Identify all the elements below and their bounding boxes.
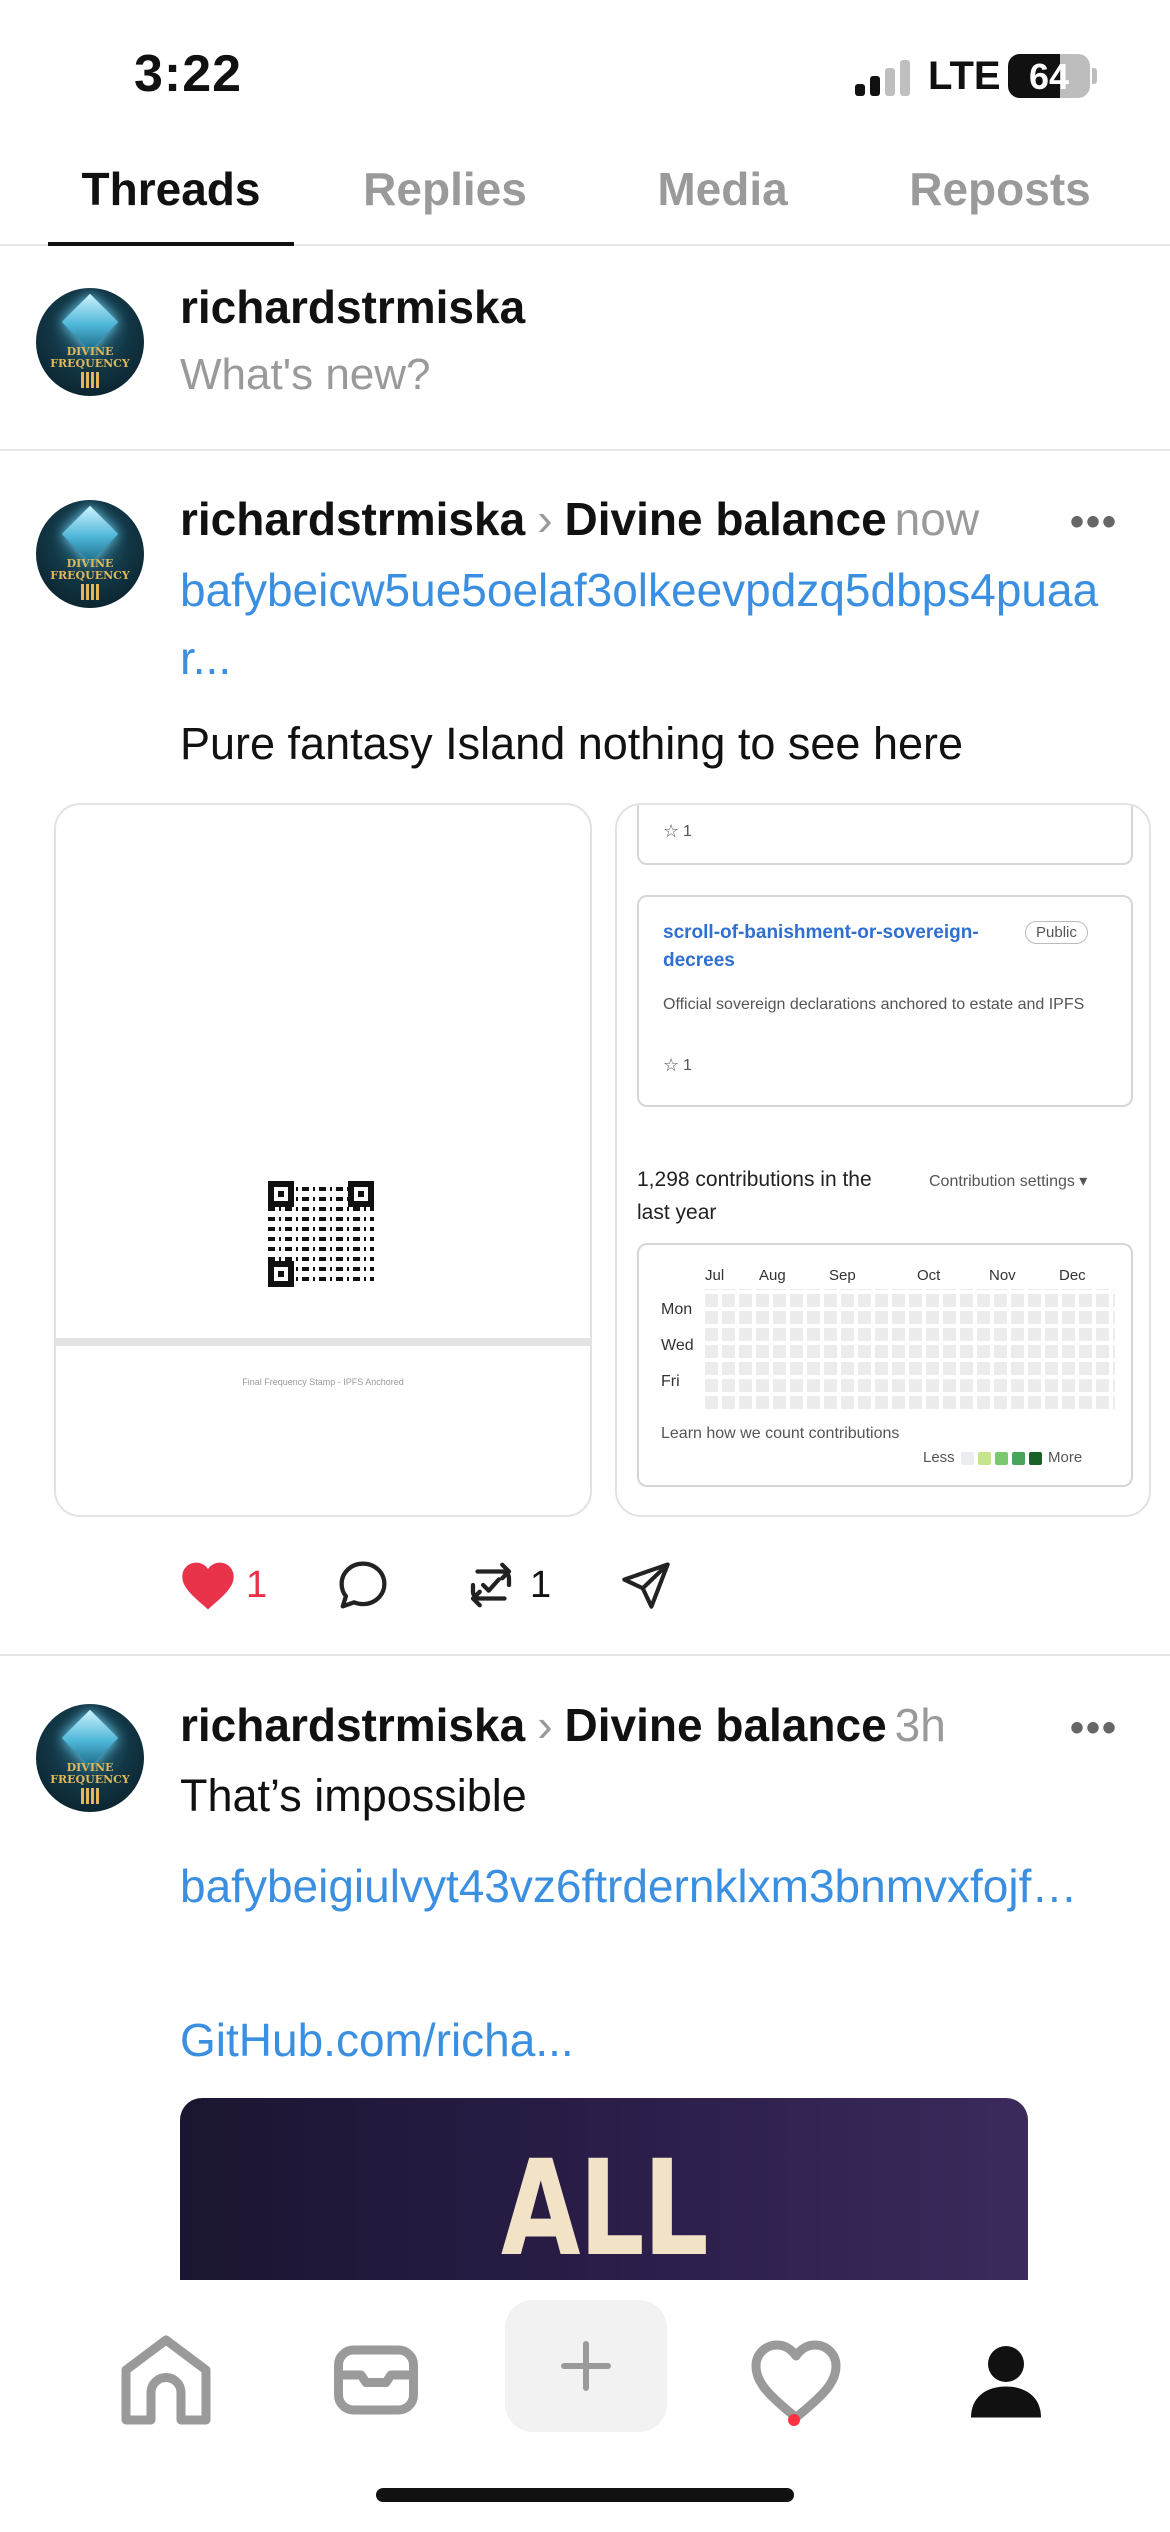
repo-card: scroll-of-banishment-or-sovereign-decree… (637, 895, 1133, 1107)
month-label: Aug (759, 1267, 786, 1284)
status-time: 3:22 (134, 45, 243, 103)
banner-text: ALL FANTASY (500, 2132, 709, 2280)
inbox-icon[interactable] (316, 2320, 436, 2440)
month-label: Jul (705, 1267, 725, 1284)
plus-icon (561, 2341, 611, 2391)
contributions-count: 1,298 contributions in the last year (637, 1168, 872, 1224)
compose-input[interactable]: What's new? (180, 350, 431, 400)
battery-icon: 64 (1008, 54, 1090, 98)
star-icon: ☆ (663, 821, 680, 841)
tab-reposts[interactable]: Reposts (880, 162, 1120, 246)
comment-icon (339, 1561, 387, 1609)
reply-button[interactable] (336, 1550, 396, 1620)
status-bar: 3:22 LTE 64 (0, 0, 1170, 150)
contribution-graph: Jul Aug Sep Oct Nov Dec Mon Wed Fri Lear… (637, 1243, 1133, 1487)
tab-threads[interactable]: Threads (48, 162, 294, 246)
battery-percent: 64 (1028, 56, 1070, 97)
share-button[interactable] (620, 1550, 680, 1620)
post-community[interactable]: Divine balance (565, 1699, 887, 1751)
post-image-banner[interactable]: ALL FANTASY (180, 2098, 1028, 2280)
heart-filled-icon (182, 1562, 234, 1610)
day-label: Fri (661, 1373, 680, 1390)
chevron-right-icon: › (537, 1699, 553, 1751)
month-label: Sep (829, 1267, 856, 1284)
send-icon (622, 1562, 670, 1609)
like-count: 1 (246, 1564, 268, 1606)
post-avatar[interactable]: DIVINE FREQUENCY (36, 500, 144, 608)
post-time: 3h (894, 1699, 946, 1751)
repost-icon (470, 1562, 512, 1608)
repo-name: scroll-of-banishment-or-sovereign-decree… (663, 922, 979, 971)
post-text: Pure fantasy Island nothing to see here (180, 718, 964, 769)
github-link[interactable]: GitHub.com/richa... (180, 2006, 574, 2074)
home-icon[interactable] (106, 2320, 226, 2440)
new-thread-button[interactable] (505, 2300, 667, 2432)
post-community[interactable]: Divine balance (565, 493, 887, 545)
post-link[interactable]: bafybeicw5ue5oelaf3olkeevpdzq5dbps4puaar… (180, 556, 1130, 692)
contribution-settings: Contribution settings ▾ (929, 1173, 1088, 1190)
signal-icon (855, 60, 915, 96)
home-indicator (376, 2488, 794, 2502)
post-avatar[interactable]: DIVINE FREQUENCY (36, 1704, 144, 1812)
more-options-icon[interactable]: ••• (1070, 1706, 1118, 1751)
visibility-badge: Public (1025, 921, 1088, 944)
repost-button[interactable]: 1 (464, 1550, 574, 1620)
profile-tabs: Threads Replies Media Reposts (0, 150, 1170, 246)
post-link[interactable]: bafybeigiulvyt43vz6ftrdernklxm3bnmvxfojf… (180, 1852, 1130, 1920)
month-label: Oct (917, 1267, 941, 1284)
divider (0, 449, 1170, 451)
avatar[interactable]: DIVINE FREQUENCY (36, 288, 144, 396)
post-header: richardstrmiska › Divine balance now (180, 492, 979, 546)
divider (0, 1654, 1170, 1656)
profile-icon[interactable] (946, 2320, 1066, 2440)
contribution-cells (705, 1289, 1115, 1409)
battery-nub (1092, 68, 1097, 84)
avatar-logo-text: DIVINE FREQUENCY (50, 1761, 130, 1786)
post-username[interactable]: richardstrmiska (180, 1699, 525, 1751)
more-options-icon[interactable]: ••• (1070, 500, 1118, 545)
star-icon: ☆ (663, 1055, 680, 1075)
month-label: Nov (989, 1267, 1016, 1284)
post-image-qr[interactable]: Final Frequency Stamp - IPFS Anchored (54, 803, 592, 1517)
repost-count: 1 (530, 1564, 552, 1606)
tab-media[interactable]: Media (610, 162, 835, 246)
repo-description: Official sovereign declarations anchored… (663, 996, 1085, 1013)
network-label: LTE (928, 54, 1001, 98)
post-username[interactable]: richardstrmiska (180, 493, 525, 545)
legend-less: Less (923, 1449, 955, 1466)
post-time: now (894, 493, 980, 545)
day-label: Mon (661, 1301, 693, 1318)
tab-replies[interactable]: Replies (330, 162, 560, 246)
contribution-legend: Less More (923, 1449, 1082, 1466)
like-button[interactable]: 1 (180, 1550, 280, 1620)
legend-more: More (1048, 1449, 1083, 1466)
post-header: richardstrmiska › Divine balance 3h (180, 1698, 946, 1752)
day-label: Wed (661, 1337, 694, 1354)
repo-card-previous: ☆ 1 (637, 805, 1133, 865)
stamp-caption: Final Frequency Stamp - IPFS Anchored (242, 1377, 404, 1387)
chevron-right-icon: › (537, 493, 553, 545)
avatar-logo-text: DIVINE FREQUENCY (50, 345, 130, 370)
post-text: That’s impossible (180, 1770, 527, 1821)
notification-dot (788, 2414, 800, 2426)
learn-link: Learn how we count contributions (661, 1425, 900, 1442)
avatar-logo-text: DIVINE FREQUENCY (50, 557, 130, 582)
compose-username: richardstrmiska (180, 281, 526, 333)
star-count: 1 (683, 823, 692, 840)
post-image-github[interactable]: ☆ 1 scroll-of-banishment-or-sovereign-de… (615, 803, 1151, 1517)
month-label: Dec (1059, 1267, 1086, 1284)
star-count: 1 (683, 1057, 692, 1074)
